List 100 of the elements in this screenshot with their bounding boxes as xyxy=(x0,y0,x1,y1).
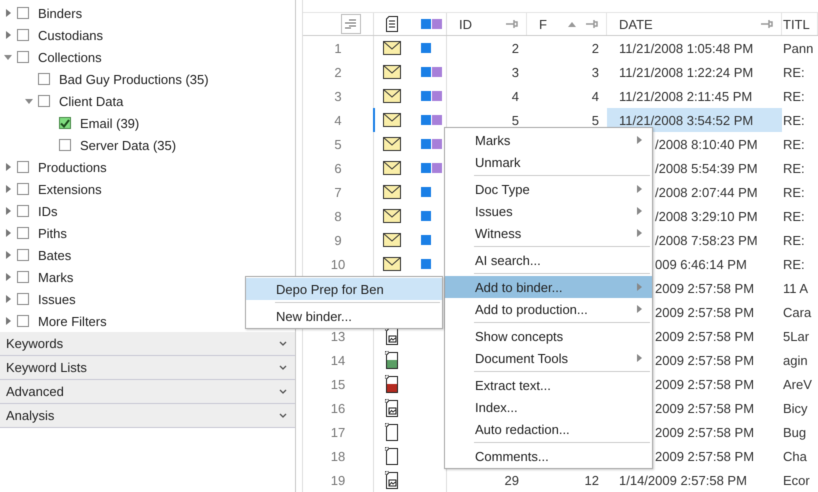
filter-label[interactable]: Bates xyxy=(38,248,72,262)
table-cell-text: 2009 2:57:58 PM xyxy=(654,400,756,418)
accordion-header[interactable]: Analysis xyxy=(0,404,295,428)
menu-item[interactable]: Index... xyxy=(445,396,652,418)
menu-item[interactable]: Extract text... xyxy=(445,374,652,396)
table-cell: 5 xyxy=(592,112,599,128)
column-header[interactable]: DATE xyxy=(607,13,782,35)
envelope-icon xyxy=(382,161,400,175)
menu-item[interactable]: Doc Type xyxy=(445,178,652,200)
accordion-header[interactable]: Advanced xyxy=(0,380,295,404)
filter-label[interactable]: Binders xyxy=(38,6,82,20)
filter-checkbox[interactable] xyxy=(59,117,71,129)
pin-icon[interactable] xyxy=(586,19,598,29)
envelope-icon xyxy=(382,257,400,271)
table-cell-text: 11/21/2008 2:11:45 PM xyxy=(618,88,754,106)
filter-label[interactable]: Client Data xyxy=(59,94,124,108)
pin-icon[interactable] xyxy=(761,19,773,29)
filter-checkbox[interactable] xyxy=(38,95,50,107)
table-cell: 12 xyxy=(584,472,599,488)
filter-label[interactable]: Issues xyxy=(38,292,76,306)
menu-item[interactable]: New binder... xyxy=(246,305,442,327)
filter-label[interactable]: Collections xyxy=(38,50,102,64)
filter-label[interactable]: Extensions xyxy=(38,182,102,196)
table-cell-text: 11/21/2008 1:05:48 PM xyxy=(618,40,754,58)
filter-checkbox[interactable] xyxy=(17,183,29,195)
expand-arrow-icon[interactable] xyxy=(4,163,12,171)
table-cell-text: RE: xyxy=(782,208,806,226)
envelope-icon xyxy=(383,113,401,127)
table-cell-text: RE: xyxy=(782,160,806,178)
expand-arrow-icon[interactable] xyxy=(4,295,12,303)
menu-item[interactable]: Issues xyxy=(445,200,652,222)
menu-item[interactable]: Unmark xyxy=(445,151,652,173)
table-cell: 3 xyxy=(592,64,599,80)
filter-checkbox[interactable] xyxy=(17,7,29,19)
filter-checkbox[interactable] xyxy=(17,205,29,217)
expand-arrow-icon[interactable] xyxy=(4,273,12,281)
filter-checkbox[interactable] xyxy=(17,249,29,261)
filter-checkbox[interactable] xyxy=(17,29,29,41)
collapse-arrow-icon[interactable] xyxy=(25,97,33,105)
expand-arrow-icon[interactable] xyxy=(4,9,12,17)
collapse-arrow-icon[interactable] xyxy=(4,53,12,61)
filter-checkbox[interactable] xyxy=(38,73,50,85)
expand-arrow-icon[interactable] xyxy=(4,251,12,259)
filter-label[interactable]: Server Data (35) xyxy=(80,138,176,152)
filter-label[interactable]: IDs xyxy=(38,204,58,218)
document-icon[interactable] xyxy=(386,16,398,32)
filter-checkbox[interactable] xyxy=(17,271,29,283)
menu-item[interactable]: Add to production... xyxy=(445,298,652,320)
filter-label[interactable]: Productions xyxy=(38,160,107,174)
row-number: 1 xyxy=(334,40,342,56)
filter-label[interactable]: Marks xyxy=(38,270,74,284)
marks-column-icon[interactable] xyxy=(421,19,442,29)
expand-arrow-icon[interactable] xyxy=(4,229,12,237)
menu-item[interactable]: Comments... xyxy=(445,445,652,467)
row-number: 6 xyxy=(334,160,342,176)
filter-checkbox[interactable] xyxy=(17,315,29,327)
section-title: Keyword Lists xyxy=(6,360,87,375)
filter-label[interactable]: Bad Guy Productions (35) xyxy=(59,72,209,86)
column-header[interactable]: ID xyxy=(447,13,527,35)
column-header[interactable]: TITL xyxy=(782,13,818,35)
filter-checkbox[interactable] xyxy=(17,227,29,239)
row-number: 18 xyxy=(330,448,346,464)
table-cell: 11/21/2008 3:54:52 PM xyxy=(607,108,782,132)
accordion-header[interactable]: Keywords xyxy=(0,332,295,356)
menu-item[interactable]: Depo Prep for Ben xyxy=(246,278,442,300)
expand-arrow-icon[interactable] xyxy=(4,31,12,39)
menu-item[interactable]: AI search... xyxy=(445,249,652,271)
filter-checkbox[interactable] xyxy=(17,293,29,305)
expand-arrow-icon[interactable] xyxy=(4,207,12,215)
filter-label[interactable]: Email (39) xyxy=(80,116,140,130)
column-header[interactable]: F xyxy=(527,13,607,35)
table-cell-text: /2008 2:07:44 PM xyxy=(654,184,759,202)
table-cell-text: /2008 5:54:39 PM xyxy=(654,160,759,178)
row-number: 17 xyxy=(330,424,346,440)
menu-item[interactable]: Add to binder... xyxy=(445,276,652,298)
menu-item[interactable]: Show concepts xyxy=(445,325,652,347)
accordion-header[interactable]: Keyword Lists xyxy=(0,356,295,380)
table-cell-text: 009 6:46:14 PM xyxy=(654,256,748,274)
filter-label[interactable]: Custodians xyxy=(38,28,104,42)
menu-item[interactable]: Marks xyxy=(445,129,652,151)
menu-item[interactable]: Document Tools xyxy=(445,347,652,369)
expand-arrow-icon[interactable] xyxy=(4,317,12,325)
filter-checkbox[interactable] xyxy=(17,161,29,173)
table-cell-text: 2009 2:57:58 PM xyxy=(654,424,756,442)
table-cell-text: RE: xyxy=(782,136,806,154)
pin-icon[interactable] xyxy=(506,19,518,29)
menu-item[interactable]: Auto redaction... xyxy=(445,418,652,440)
filter-checkbox[interactable] xyxy=(17,51,29,63)
filter-label[interactable]: Piths xyxy=(38,226,67,240)
expand-arrow-icon[interactable] xyxy=(4,185,12,193)
column-options-button[interactable] xyxy=(341,14,361,34)
table-cell-text: Ecor xyxy=(782,472,811,490)
row-number: 9 xyxy=(334,232,342,248)
row-number: 19 xyxy=(330,472,346,488)
row-number: 5 xyxy=(334,136,342,152)
table-cell-text: /2008 8:10:40 PM xyxy=(654,136,759,154)
table-cell-text: 2009 2:57:58 PM xyxy=(654,280,756,298)
filter-checkbox[interactable] xyxy=(59,139,71,151)
menu-item[interactable]: Witness xyxy=(445,222,652,244)
filter-label[interactable]: More Filters xyxy=(38,314,107,328)
